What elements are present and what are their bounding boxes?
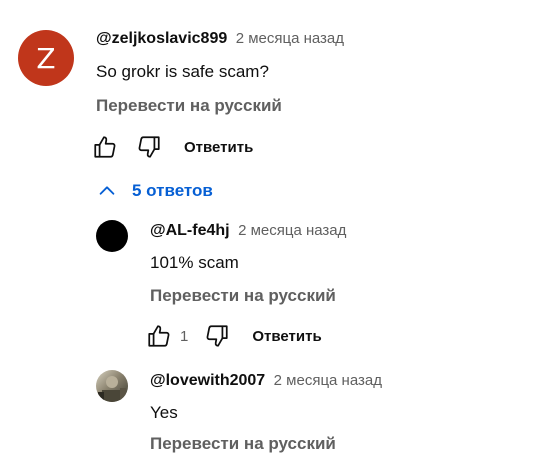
comment-text: So grokr is safe scam? bbox=[96, 62, 269, 81]
avatar[interactable]: Z bbox=[18, 30, 74, 86]
reply-actions: 1 Ответить bbox=[144, 321, 322, 351]
reply-text: 101% scam bbox=[150, 253, 239, 272]
reply-time[interactable]: 2 месяца назад bbox=[274, 372, 382, 389]
avatar-letter: Z bbox=[36, 41, 56, 75]
replies-count: 5 ответов bbox=[132, 181, 213, 200]
comment-header: @zeljkoslavic899 2 месяца назад bbox=[96, 30, 344, 48]
comment-actions: Ответить bbox=[90, 132, 253, 162]
dislike-button[interactable] bbox=[134, 132, 164, 162]
reply-button[interactable]: Ответить bbox=[252, 328, 321, 345]
comment-author[interactable]: @zeljkoslavic899 bbox=[96, 30, 227, 47]
thumbs-down-icon bbox=[138, 136, 160, 158]
reply-author[interactable]: @lovewith2007 bbox=[150, 372, 265, 389]
translate-button[interactable]: Перевести на русский bbox=[150, 286, 336, 306]
avatar-image-icon bbox=[98, 376, 126, 402]
reply-author[interactable]: @AL-fe4hj bbox=[150, 222, 230, 239]
thumbs-up-icon bbox=[148, 325, 170, 347]
reply-button[interactable]: Ответить bbox=[184, 139, 253, 156]
thumbs-up-icon bbox=[94, 136, 116, 158]
reply-header: @AL-fe4hj 2 месяца назад bbox=[150, 222, 346, 240]
reply-time[interactable]: 2 месяца назад bbox=[238, 222, 346, 239]
reply-text: Yes bbox=[150, 403, 178, 422]
avatar[interactable] bbox=[96, 370, 128, 402]
replies-toggle[interactable]: 5 ответов bbox=[96, 180, 213, 202]
thumbs-down-icon bbox=[206, 325, 228, 347]
like-button[interactable] bbox=[90, 132, 120, 162]
dislike-button[interactable] bbox=[202, 321, 232, 351]
comment-time[interactable]: 2 месяца назад bbox=[236, 30, 344, 47]
like-button[interactable] bbox=[144, 321, 174, 351]
chevron-up-icon bbox=[99, 186, 115, 195]
like-count: 1 bbox=[180, 327, 189, 345]
translate-button[interactable]: Перевести на русский bbox=[96, 96, 282, 116]
avatar[interactable] bbox=[96, 220, 128, 252]
translate-button[interactable]: Перевести на русский bbox=[150, 434, 336, 454]
reply-header: @lovewith2007 2 месяца назад bbox=[150, 372, 382, 390]
